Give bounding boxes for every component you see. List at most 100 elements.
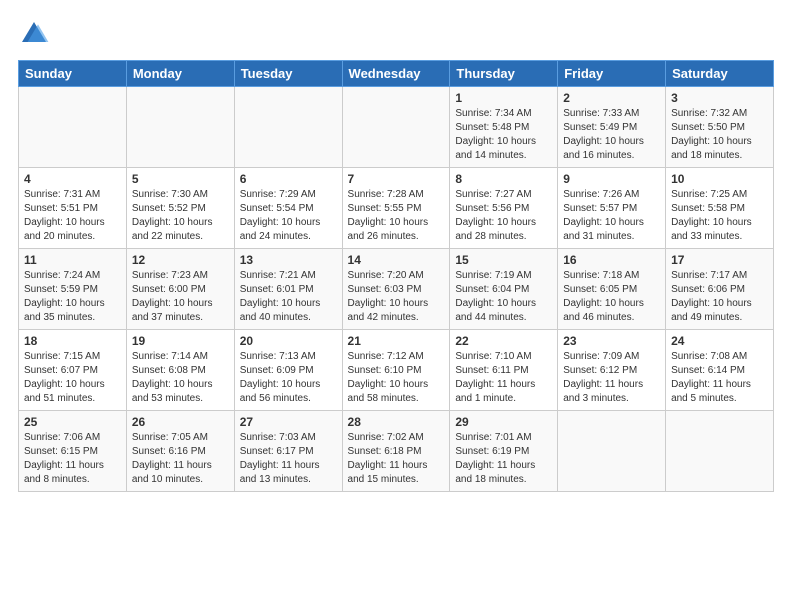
day-number: 13 — [240, 253, 337, 267]
calendar-cell: 1 Sunrise: 7:34 AM Sunset: 5:48 PM Daylig… — [450, 87, 558, 168]
day-info: Sunrise: 7:10 AM Sunset: 6:11 PM Dayligh… — [455, 350, 552, 406]
day-number: 29 — [455, 415, 552, 429]
day-number: 17 — [671, 253, 768, 267]
day-number: 26 — [132, 415, 229, 429]
calendar-table: SundayMondayTuesdayWednesdayThursdayFrid… — [18, 60, 774, 492]
day-info: Sunrise: 7:33 AM Sunset: 5:49 PM Dayligh… — [563, 107, 660, 163]
calendar-cell: 26 Sunrise: 7:05 AM Sunset: 6:16 PM Dayli… — [126, 411, 234, 492]
calendar-cell: 23 Sunrise: 7:09 AM Sunset: 6:12 PM Dayli… — [558, 330, 666, 411]
day-number: 15 — [455, 253, 552, 267]
calendar-cell: 11 Sunrise: 7:24 AM Sunset: 5:59 PM Dayli… — [19, 249, 127, 330]
calendar-body: 1 Sunrise: 7:34 AM Sunset: 5:48 PM Daylig… — [19, 87, 774, 492]
calendar-cell: 10Sunrise: 7:25 AM Sunset: 5:58 PM Dayli… — [666, 168, 774, 249]
column-header-tuesday: Tuesday — [234, 61, 342, 87]
day-number: 1 — [455, 91, 552, 105]
column-header-thursday: Thursday — [450, 61, 558, 87]
calendar-cell: 24 Sunrise: 7:08 AM Sunset: 6:14 PM Dayli… — [666, 330, 774, 411]
calendar-cell: 4Sunrise: 7:31 AM Sunset: 5:51 PM Daylig… — [19, 168, 127, 249]
calendar-cell — [666, 411, 774, 492]
calendar-cell: 20Sunrise: 7:13 AM Sunset: 6:09 PM Dayli… — [234, 330, 342, 411]
column-header-friday: Friday — [558, 61, 666, 87]
day-number: 28 — [348, 415, 445, 429]
logo-icon — [18, 18, 50, 50]
calendar-cell: 21 Sunrise: 7:12 AM Sunset: 6:10 PM Dayli… — [342, 330, 450, 411]
day-number: 11 — [24, 253, 121, 267]
day-number: 16 — [563, 253, 660, 267]
day-info: Sunrise: 7:20 AM Sunset: 6:03 PM Dayligh… — [348, 269, 445, 325]
day-info: Sunrise: 7:18 AM Sunset: 6:05 PM Dayligh… — [563, 269, 660, 325]
day-number: 19 — [132, 334, 229, 348]
day-number: 3 — [671, 91, 768, 105]
day-info: Sunrise: 7:09 AM Sunset: 6:12 PM Dayligh… — [563, 350, 660, 406]
column-header-wednesday: Wednesday — [342, 61, 450, 87]
calendar-cell: 14 Sunrise: 7:20 AM Sunset: 6:03 PM Dayli… — [342, 249, 450, 330]
calendar-cell — [19, 87, 127, 168]
calendar-cell — [558, 411, 666, 492]
header-row: SundayMondayTuesdayWednesdayThursdayFrid… — [19, 61, 774, 87]
day-number: 21 — [348, 334, 445, 348]
day-number: 18 — [24, 334, 121, 348]
calendar-cell: 3 Sunrise: 7:32 AM Sunset: 5:50 PM Daylig… — [666, 87, 774, 168]
day-info: Sunrise: 7:26 AM Sunset: 5:57 PM Dayligh… — [563, 188, 660, 244]
day-info: Sunrise: 7:13 AM Sunset: 6:09 PM Dayligh… — [240, 350, 337, 406]
day-number: 7 — [348, 172, 445, 186]
week-row-0: 1 Sunrise: 7:34 AM Sunset: 5:48 PM Daylig… — [19, 87, 774, 168]
logo — [18, 18, 54, 50]
day-number: 2 — [563, 91, 660, 105]
calendar-cell: 25Sunrise: 7:06 AM Sunset: 6:15 PM Dayli… — [19, 411, 127, 492]
week-row-4: 25Sunrise: 7:06 AM Sunset: 6:15 PM Dayli… — [19, 411, 774, 492]
day-number: 4 — [24, 172, 121, 186]
calendar-cell: 22 Sunrise: 7:10 AM Sunset: 6:11 PM Dayli… — [450, 330, 558, 411]
week-row-3: 18 Sunrise: 7:15 AM Sunset: 6:07 PM Dayli… — [19, 330, 774, 411]
calendar-cell: 8 Sunrise: 7:27 AM Sunset: 5:56 PM Daylig… — [450, 168, 558, 249]
calendar-header: SundayMondayTuesdayWednesdayThursdayFrid… — [19, 61, 774, 87]
day-info: Sunrise: 7:06 AM Sunset: 6:15 PM Dayligh… — [24, 431, 121, 487]
calendar-cell: 28Sunrise: 7:02 AM Sunset: 6:18 PM Dayli… — [342, 411, 450, 492]
calendar-cell: 27 Sunrise: 7:03 AM Sunset: 6:17 PM Dayli… — [234, 411, 342, 492]
day-number: 8 — [455, 172, 552, 186]
calendar-cell: 29 Sunrise: 7:01 AM Sunset: 6:19 PM Dayli… — [450, 411, 558, 492]
calendar-cell: 9 Sunrise: 7:26 AM Sunset: 5:57 PM Daylig… — [558, 168, 666, 249]
day-info: Sunrise: 7:25 AM Sunset: 5:58 PM Dayligh… — [671, 188, 768, 244]
day-info: Sunrise: 7:23 AM Sunset: 6:00 PM Dayligh… — [132, 269, 229, 325]
day-info: Sunrise: 7:19 AM Sunset: 6:04 PM Dayligh… — [455, 269, 552, 325]
header — [18, 18, 774, 50]
day-number: 9 — [563, 172, 660, 186]
day-info: Sunrise: 7:03 AM Sunset: 6:17 PM Dayligh… — [240, 431, 337, 487]
day-info: Sunrise: 7:12 AM Sunset: 6:10 PM Dayligh… — [348, 350, 445, 406]
day-info: Sunrise: 7:27 AM Sunset: 5:56 PM Dayligh… — [455, 188, 552, 244]
calendar-cell: 18 Sunrise: 7:15 AM Sunset: 6:07 PM Dayli… — [19, 330, 127, 411]
day-number: 24 — [671, 334, 768, 348]
day-info: Sunrise: 7:34 AM Sunset: 5:48 PM Dayligh… — [455, 107, 552, 163]
day-number: 23 — [563, 334, 660, 348]
day-info: Sunrise: 7:14 AM Sunset: 6:08 PM Dayligh… — [132, 350, 229, 406]
calendar-cell — [342, 87, 450, 168]
day-info: Sunrise: 7:05 AM Sunset: 6:16 PM Dayligh… — [132, 431, 229, 487]
calendar-cell — [126, 87, 234, 168]
day-number: 14 — [348, 253, 445, 267]
calendar-cell: 2 Sunrise: 7:33 AM Sunset: 5:49 PM Daylig… — [558, 87, 666, 168]
day-info: Sunrise: 7:17 AM Sunset: 6:06 PM Dayligh… — [671, 269, 768, 325]
day-info: Sunrise: 7:01 AM Sunset: 6:19 PM Dayligh… — [455, 431, 552, 487]
calendar-cell: 7Sunrise: 7:28 AM Sunset: 5:55 PM Daylig… — [342, 168, 450, 249]
day-number: 5 — [132, 172, 229, 186]
calendar-cell: 19 Sunrise: 7:14 AM Sunset: 6:08 PM Dayli… — [126, 330, 234, 411]
calendar-cell — [234, 87, 342, 168]
day-info: Sunrise: 7:32 AM Sunset: 5:50 PM Dayligh… — [671, 107, 768, 163]
day-info: Sunrise: 7:24 AM Sunset: 5:59 PM Dayligh… — [24, 269, 121, 325]
week-row-2: 11 Sunrise: 7:24 AM Sunset: 5:59 PM Dayli… — [19, 249, 774, 330]
day-number: 27 — [240, 415, 337, 429]
calendar-cell: 12 Sunrise: 7:23 AM Sunset: 6:00 PM Dayli… — [126, 249, 234, 330]
calendar-cell: 15 Sunrise: 7:19 AM Sunset: 6:04 PM Dayli… — [450, 249, 558, 330]
day-info: Sunrise: 7:08 AM Sunset: 6:14 PM Dayligh… — [671, 350, 768, 406]
day-number: 6 — [240, 172, 337, 186]
day-info: Sunrise: 7:15 AM Sunset: 6:07 PM Dayligh… — [24, 350, 121, 406]
day-number: 22 — [455, 334, 552, 348]
day-info: Sunrise: 7:30 AM Sunset: 5:52 PM Dayligh… — [132, 188, 229, 244]
page: SundayMondayTuesdayWednesdayThursdayFrid… — [0, 0, 792, 612]
day-info: Sunrise: 7:29 AM Sunset: 5:54 PM Dayligh… — [240, 188, 337, 244]
calendar-cell: 5 Sunrise: 7:30 AM Sunset: 5:52 PM Daylig… — [126, 168, 234, 249]
day-number: 12 — [132, 253, 229, 267]
calendar-cell: 16 Sunrise: 7:18 AM Sunset: 6:05 PM Dayli… — [558, 249, 666, 330]
calendar-cell: 17 Sunrise: 7:17 AM Sunset: 6:06 PM Dayli… — [666, 249, 774, 330]
